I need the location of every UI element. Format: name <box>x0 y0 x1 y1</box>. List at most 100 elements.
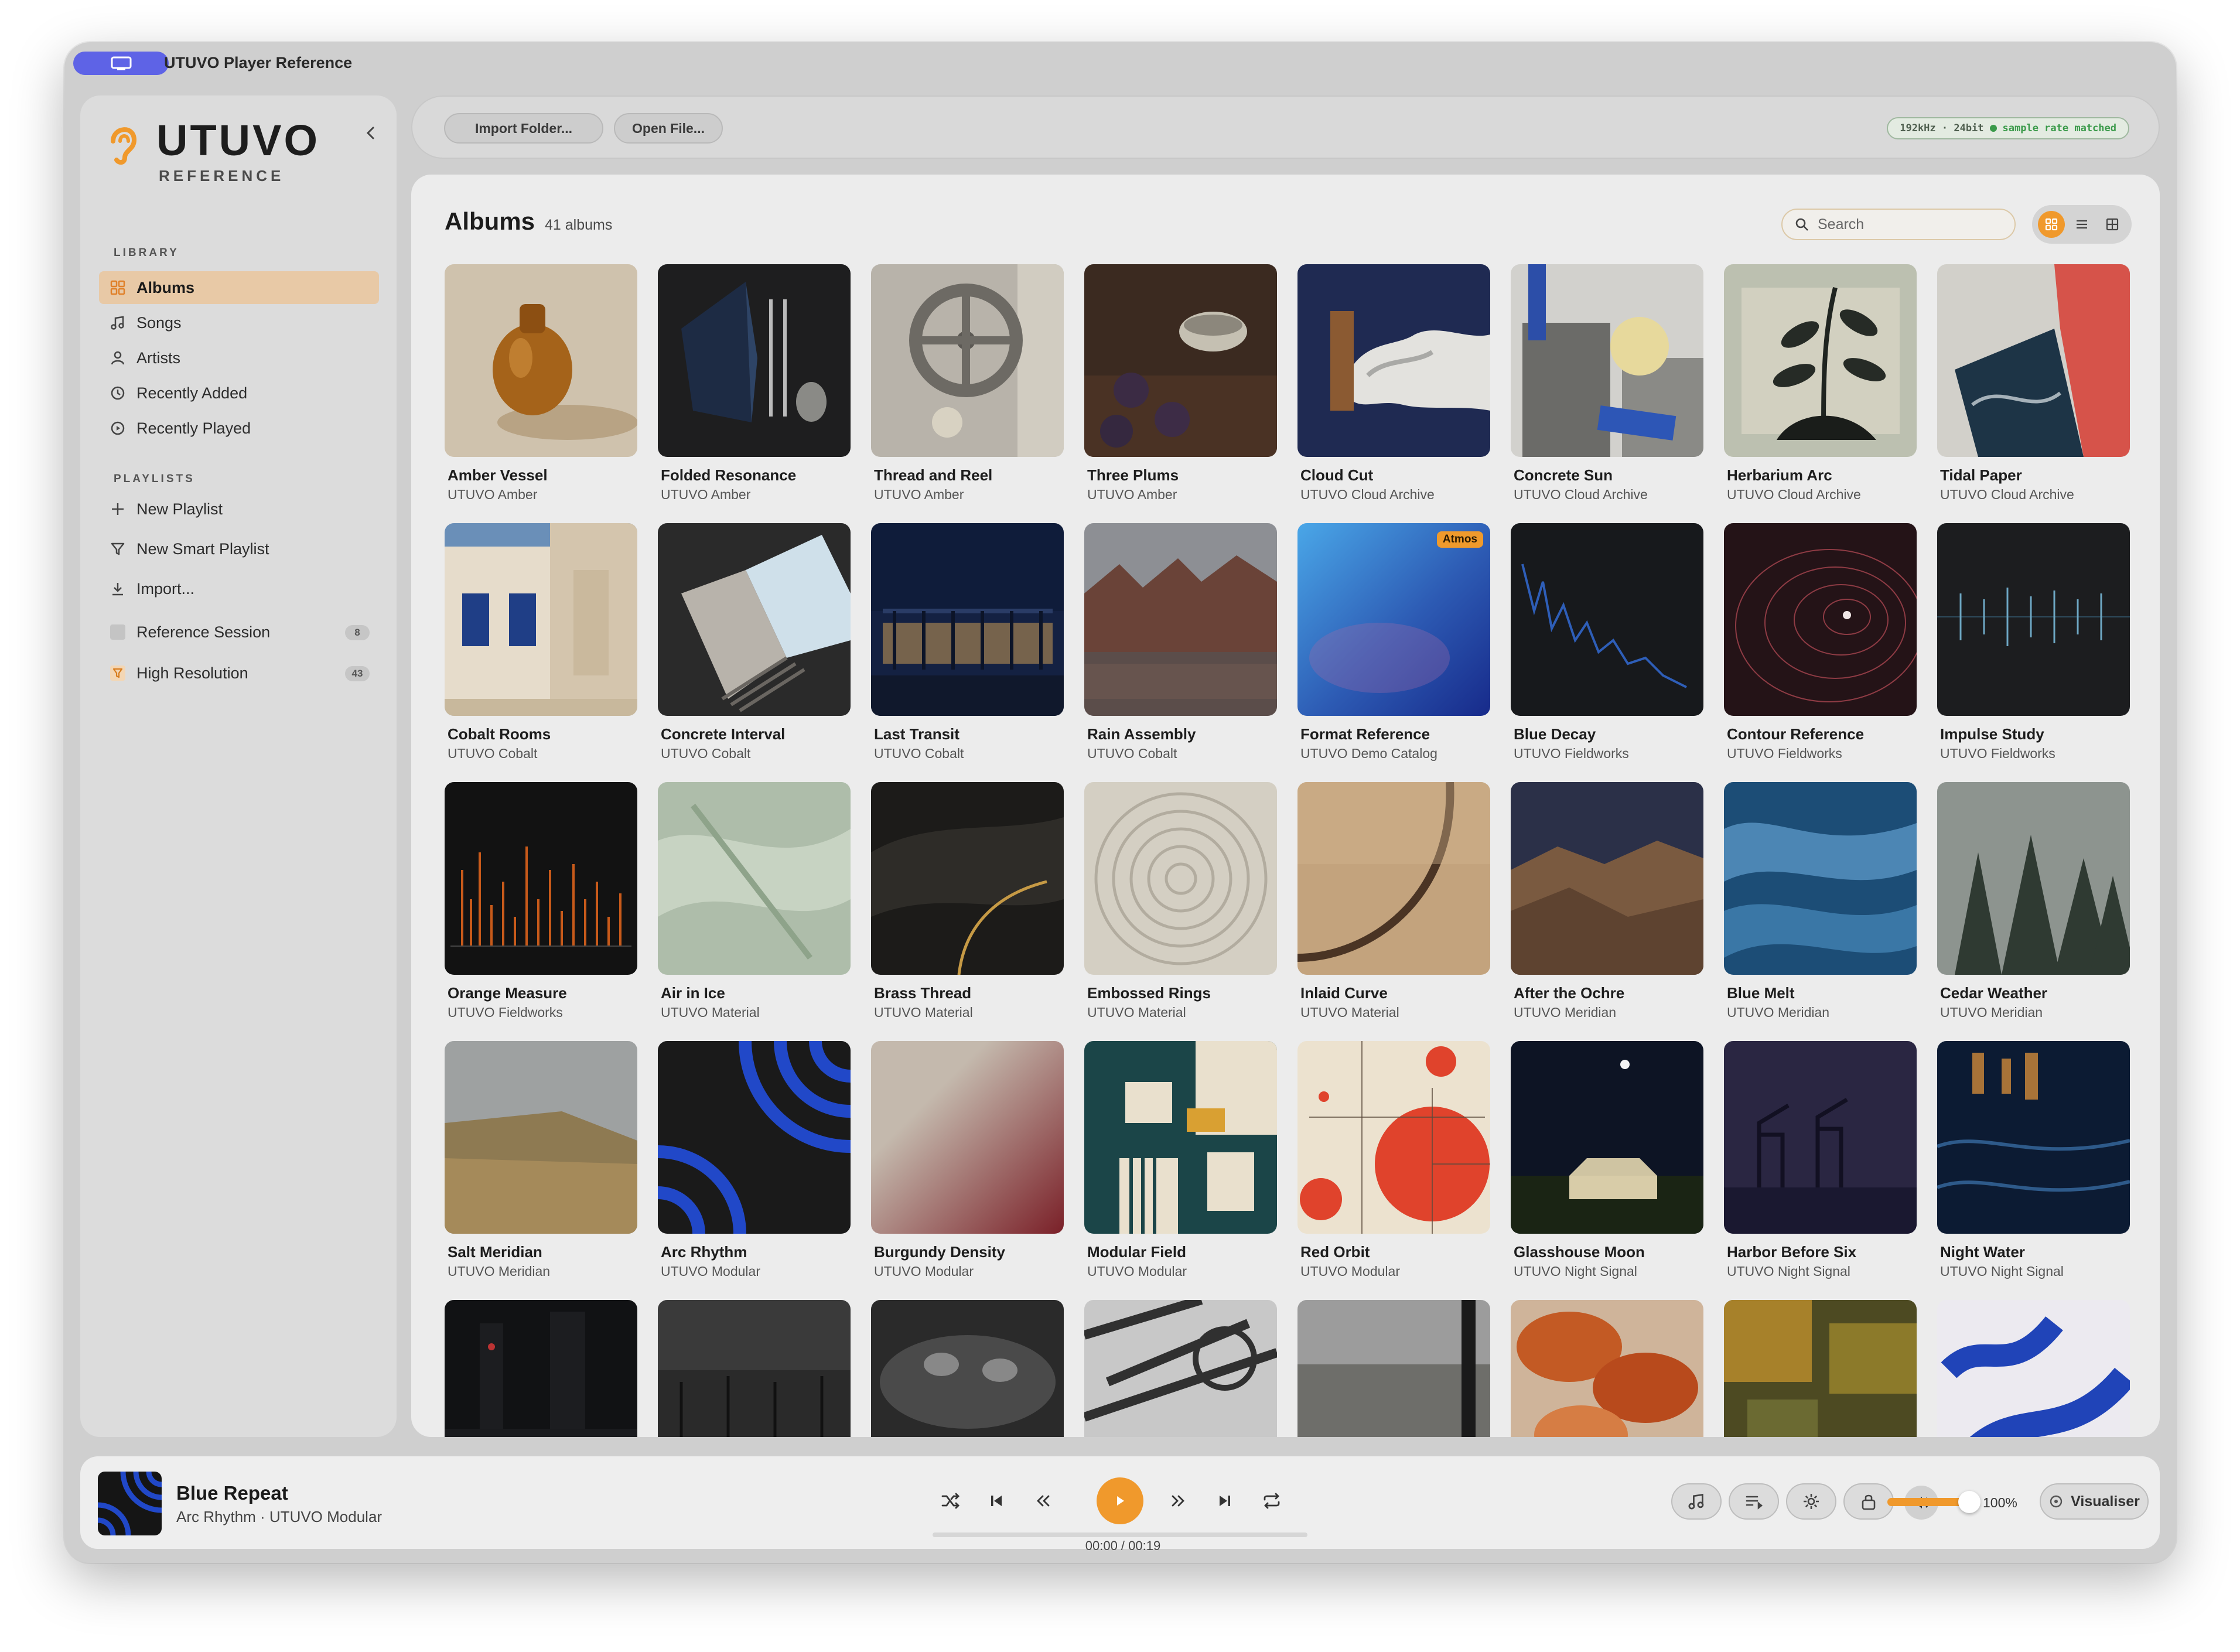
album-card[interactable]: Cloud Cut UTUVO Cloud Archive <box>1297 264 1490 523</box>
album-card[interactable]: Air in Ice UTUVO Material <box>658 782 851 1041</box>
sidebar: UTUVO REFERENCE LIBRARY Albums Songs Art… <box>80 95 397 1437</box>
album-card[interactable] <box>658 1300 851 1437</box>
album-card[interactable]: Amber Vessel UTUVO Amber <box>445 264 637 523</box>
skip-back-icon <box>991 1496 1002 1506</box>
volume-slider[interactable] <box>1887 1491 1981 1513</box>
sidebar-item-albums[interactable]: Albums <box>99 271 379 304</box>
new-playlist-button[interactable]: New Playlist <box>99 493 379 525</box>
album-card[interactable]: Night Water UTUVO Night Signal <box>1937 1041 2130 1300</box>
album-card[interactable]: Brass Thread UTUVO Material <box>871 782 1064 1041</box>
import-playlist-button[interactable]: Import... <box>99 572 379 605</box>
status-dot-icon <box>1989 125 1997 132</box>
rewind-icon <box>1037 1495 1050 1507</box>
search-input[interactable] <box>1816 215 1995 234</box>
shuffle-button[interactable] <box>935 1486 966 1516</box>
collapse-sidebar-button[interactable] <box>359 121 383 145</box>
output-device-button[interactable] <box>1843 1483 1894 1520</box>
open-file-button[interactable]: Open File... <box>614 113 723 144</box>
album-card[interactable]: Modular Field UTUVO Modular <box>1084 1041 1277 1300</box>
album-card[interactable] <box>1084 1300 1277 1437</box>
gear-icon <box>1804 1494 1819 1509</box>
queue-button[interactable] <box>1729 1483 1779 1520</box>
album-card[interactable]: After the Ochre UTUVO Meridian <box>1511 782 1703 1041</box>
album-title: Thread and Reel <box>874 466 993 484</box>
album-card[interactable]: Herbarium Arc UTUVO Cloud Archive <box>1724 264 1917 523</box>
album-card[interactable] <box>871 1300 1064 1437</box>
album-card[interactable]: Inlaid Curve UTUVO Material <box>1297 782 1490 1041</box>
album-card[interactable]: Arc Rhythm UTUVO Modular <box>658 1041 851 1300</box>
album-card[interactable] <box>1297 1300 1490 1437</box>
playlist-reference-session[interactable]: Reference Session 8 <box>99 616 379 648</box>
now-playing-artwork[interactable] <box>98 1472 162 1535</box>
album-title: Embossed Rings <box>1087 984 1211 1002</box>
album-card[interactable]: Concrete Sun UTUVO Cloud Archive <box>1511 264 1703 523</box>
sidebar-item-recently-added[interactable]: Recently Added <box>99 377 379 409</box>
album-card[interactable] <box>1724 1300 1917 1437</box>
sidebar-item-recently-played[interactable]: Recently Played <box>99 412 379 445</box>
atmos-badge: Atmos <box>1436 531 1483 548</box>
album-card[interactable]: Last Transit UTUVO Cobalt <box>871 523 1064 782</box>
ear-logo-icon <box>111 127 137 165</box>
album-card[interactable]: Harbor Before Six UTUVO Night Signal <box>1724 1041 1917 1300</box>
album-card[interactable]: Glasshouse Moon UTUVO Night Signal <box>1511 1041 1703 1300</box>
playlist-square-icon <box>107 622 128 643</box>
next-track-button[interactable] <box>1210 1486 1240 1516</box>
visualiser-button[interactable]: Visualiser <box>2040 1483 2149 1520</box>
play-button[interactable] <box>1097 1477 1143 1524</box>
album-artist: UTUVO Cobalt <box>661 746 751 761</box>
import-folder-button[interactable]: Import Folder... <box>444 113 603 144</box>
album-artist: UTUVO Cloud Archive <box>1727 487 1861 502</box>
repeat-button[interactable] <box>1256 1486 1287 1516</box>
album-card[interactable]: Contour Reference UTUVO Fieldworks <box>1724 523 1917 782</box>
album-artist: UTUVO Night Signal <box>1940 1264 2064 1279</box>
album-card[interactable] <box>445 1300 637 1437</box>
album-card[interactable]: Salt Meridian UTUVO Meridian <box>445 1041 637 1300</box>
album-card[interactable]: Red Orbit UTUVO Modular <box>1297 1041 1490 1300</box>
album-cover <box>1511 523 1703 716</box>
album-card[interactable]: Blue Decay UTUVO Fieldworks <box>1511 523 1703 782</box>
album-cover <box>1084 782 1277 975</box>
list-view-button[interactable] <box>2068 211 2095 238</box>
volume-knob[interactable] <box>1958 1491 1981 1513</box>
album-artist: UTUVO Night Signal <box>1514 1264 1637 1279</box>
album-card[interactable]: Concrete Interval UTUVO Cobalt <box>658 523 851 782</box>
lyrics-button[interactable] <box>1671 1483 1722 1520</box>
album-card[interactable]: Folded Resonance UTUVO Amber <box>658 264 851 523</box>
clock-icon <box>107 383 128 404</box>
grid-view-button[interactable] <box>2038 211 2065 238</box>
rewind-button[interactable] <box>1028 1486 1058 1516</box>
album-card[interactable]: Atmos Format Reference UTUVO Demo Catalo… <box>1297 523 1490 782</box>
album-card[interactable]: Three Plums UTUVO Amber <box>1084 264 1277 523</box>
album-card[interactable]: Tidal Paper UTUVO Cloud Archive <box>1937 264 2130 523</box>
compact-grid-view-button[interactable] <box>2099 211 2126 238</box>
playback-progress-bar[interactable] <box>933 1532 1307 1537</box>
search-field[interactable] <box>1781 209 2016 240</box>
album-card[interactable]: Thread and Reel UTUVO Amber <box>871 264 1064 523</box>
new-smart-playlist-button[interactable]: New Smart Playlist <box>99 533 379 565</box>
album-card[interactable]: Orange Measure UTUVO Fieldworks <box>445 782 637 1041</box>
album-title: Rain Assembly <box>1087 725 1196 743</box>
album-card[interactable]: Blue Melt UTUVO Meridian <box>1724 782 1917 1041</box>
album-card[interactable]: Impulse Study UTUVO Fieldworks <box>1937 523 2130 782</box>
album-card[interactable]: Cedar Weather UTUVO Meridian <box>1937 782 2130 1041</box>
album-card[interactable] <box>1511 1300 1703 1437</box>
sidebar-item-artists[interactable]: Artists <box>99 342 379 374</box>
album-artist: UTUVO Modular <box>874 1264 974 1279</box>
album-card[interactable]: Burgundy Density UTUVO Modular <box>871 1041 1064 1300</box>
playlist-count-badge: 8 <box>345 625 370 640</box>
visualiser-label: Visualiser <box>2071 1493 2140 1510</box>
fast-forward-button[interactable] <box>1163 1486 1193 1516</box>
sidebar-item-songs[interactable]: Songs <box>99 306 379 339</box>
album-artist: UTUVO Cloud Archive <box>1300 487 1435 502</box>
album-card[interactable] <box>1937 1300 2130 1437</box>
album-card[interactable]: Embossed Rings UTUVO Material <box>1084 782 1277 1041</box>
sample-rate-text: 192kHz · 24bit <box>1900 122 1984 134</box>
album-card[interactable]: Cobalt Rooms UTUVO Cobalt <box>445 523 637 782</box>
album-cover <box>1937 264 2130 457</box>
window-badge[interactable] <box>73 52 169 75</box>
previous-track-button[interactable] <box>981 1486 1012 1516</box>
playlist-high-resolution[interactable]: High Resolution 43 <box>99 657 379 690</box>
album-card[interactable]: Rain Assembly UTUVO Cobalt <box>1084 523 1277 782</box>
settings-button[interactable] <box>1786 1483 1836 1520</box>
album-cover <box>1937 523 2130 716</box>
